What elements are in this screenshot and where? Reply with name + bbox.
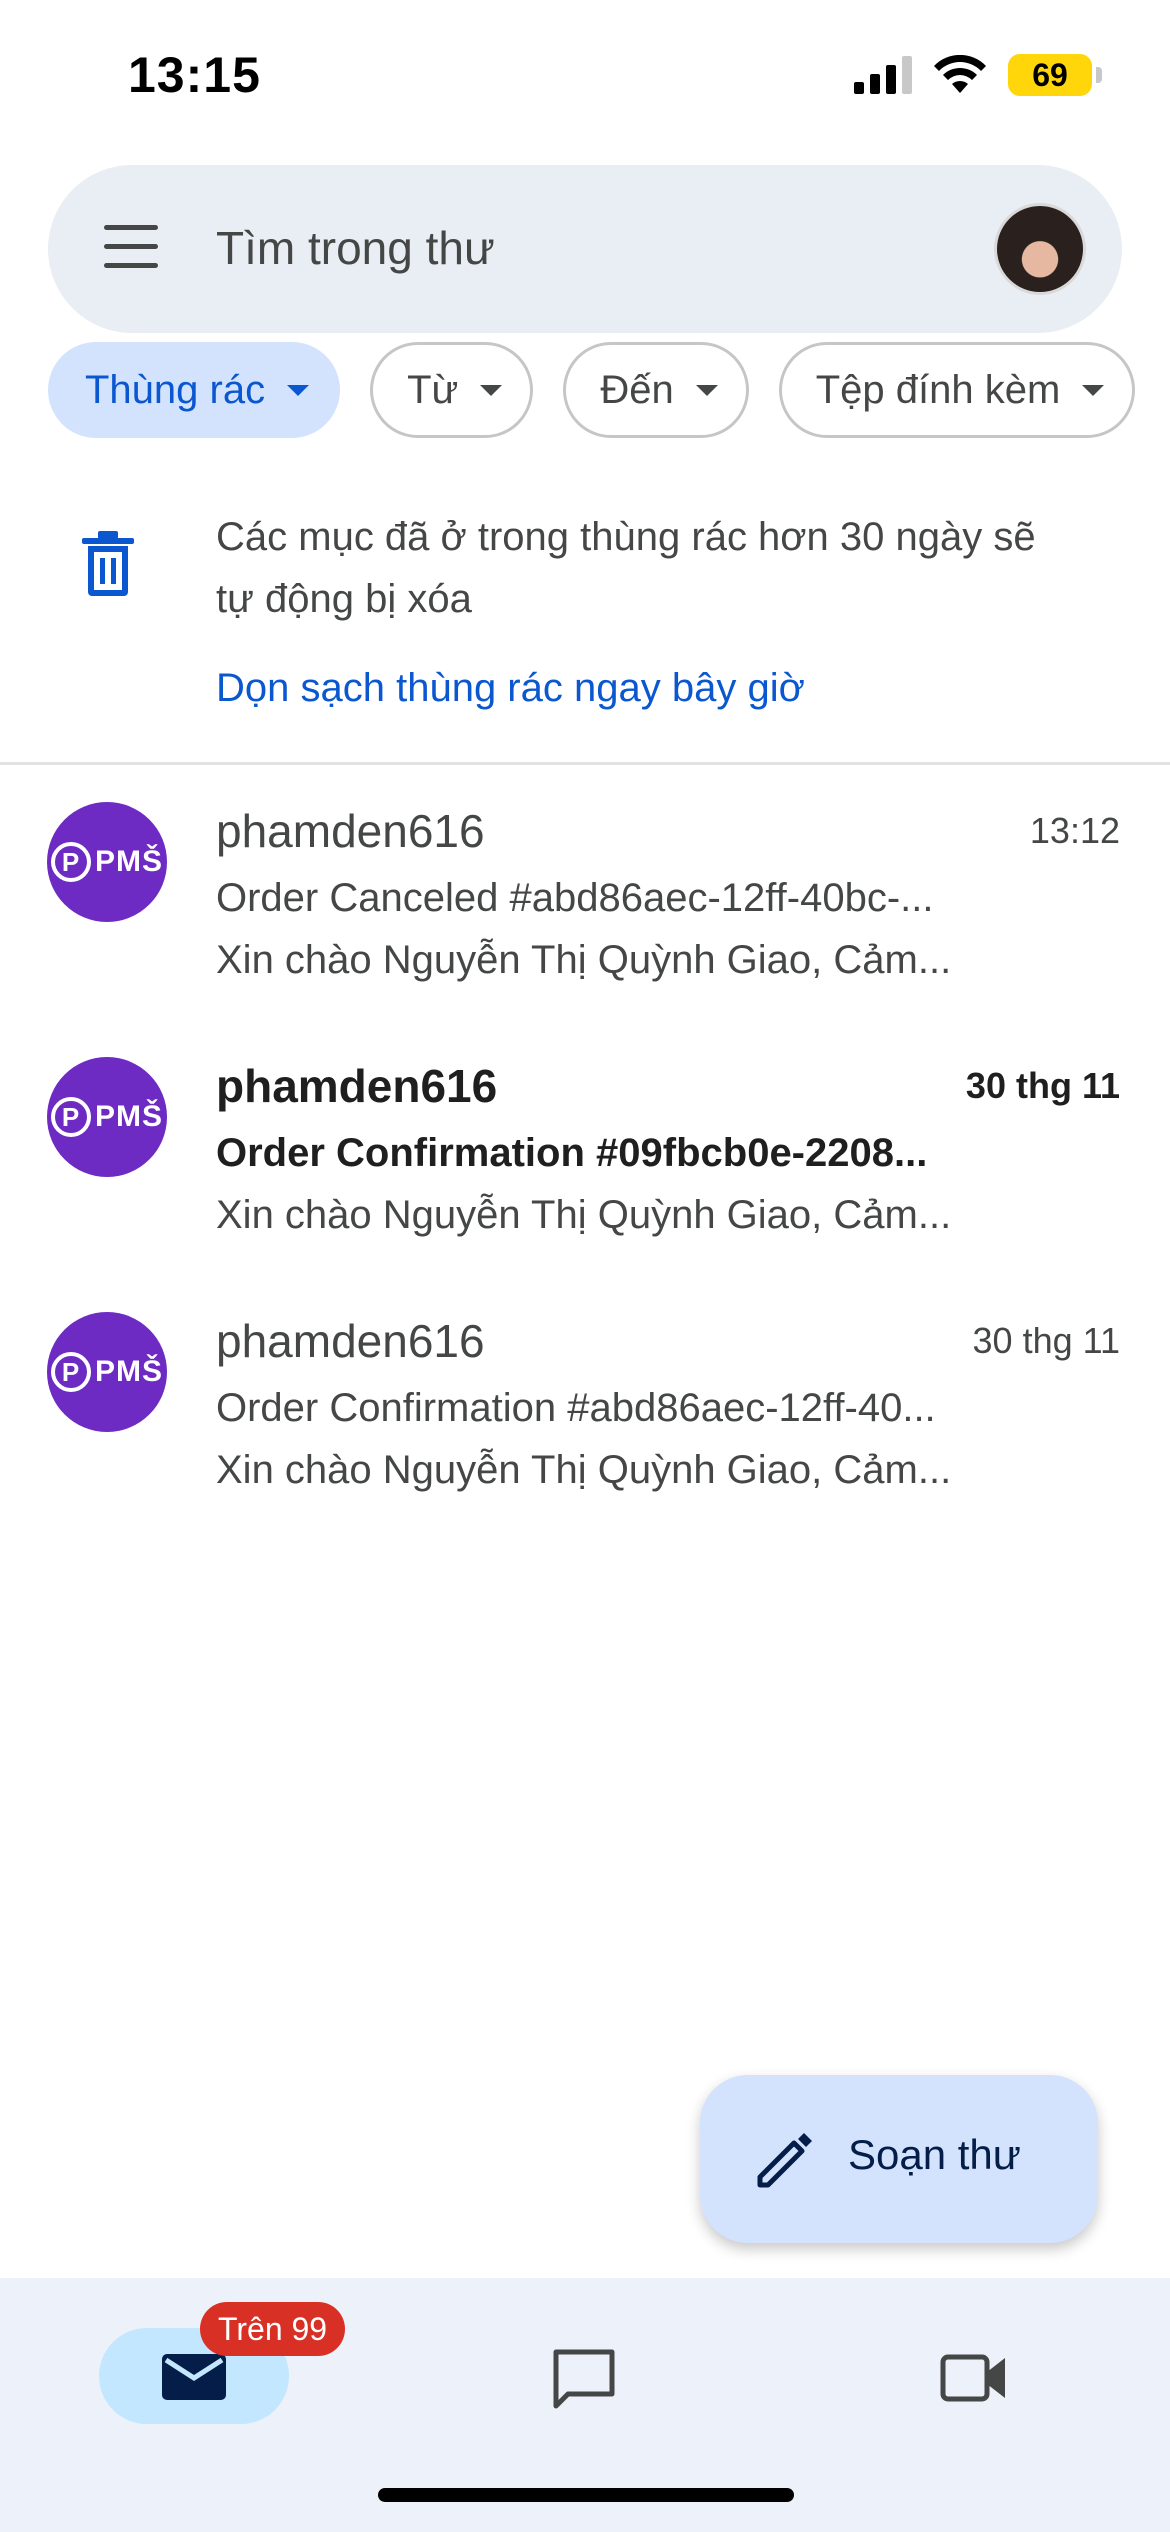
- mail-time: 30 thg 11: [965, 1065, 1120, 1106]
- mail-snippet: Xin chào Nguyễn Thị Quỳnh Giao, Cảm...: [216, 1448, 952, 1492]
- mail-sender: phamden616: [216, 1060, 498, 1112]
- video-icon[interactable]: [940, 2352, 1008, 2404]
- compose-label: Soạn thư: [848, 2131, 1021, 2178]
- mail-snippet: Xin chào Nguyễn Thị Quỳnh Giao, Cảm...: [216, 1193, 952, 1237]
- mail-snippet: Xin chào Nguyễn Thị Quỳnh Giao, Cảm...: [216, 938, 952, 982]
- chip-from-label: Từ: [407, 367, 459, 412]
- caret-down-icon: [695, 384, 718, 396]
- chip-from[interactable]: Từ: [370, 342, 534, 438]
- mail-list: P PMŠ phamden616 13:12 Order Canceled #ab…: [0, 790, 1170, 1555]
- empty-trash-link[interactable]: Dọn sạch thùng rác ngay bây giờ: [216, 666, 805, 711]
- caret-down-icon: [1082, 384, 1105, 396]
- sender-avatar[interactable]: P PMŠ: [47, 1312, 167, 1432]
- account-avatar[interactable]: [994, 203, 1086, 295]
- mail-subject: Order Confirmation #09fbcb0e-2208...: [216, 1131, 928, 1175]
- caret-down-icon: [480, 384, 503, 396]
- sender-avatar[interactable]: P PMŠ: [47, 1057, 167, 1177]
- compose-button[interactable]: Soạn thư: [700, 2075, 1098, 2243]
- mail-subject: Order Confirmation #abd86aec-12ff-40...: [216, 1386, 936, 1430]
- home-indicator[interactable]: [378, 2488, 794, 2502]
- filter-chips: Thùng rác Từ Đến Tệp đính kèm: [48, 342, 1136, 438]
- chip-trash-label: Thùng rác: [85, 367, 266, 412]
- mail-sender: phamden616: [216, 805, 485, 857]
- chip-attachment[interactable]: Tệp đính kèm: [778, 342, 1136, 438]
- sender-avatar[interactable]: P PMŠ: [47, 802, 167, 922]
- caret-down-icon: [287, 384, 310, 396]
- wifi-icon: [934, 55, 986, 93]
- mail-subject: Order Canceled #abd86aec-12ff-40bc-...: [216, 876, 934, 920]
- hamburger-menu-icon[interactable]: [104, 225, 158, 269]
- mail-icon: [162, 2354, 226, 2400]
- mail-time: 30 thg 11: [972, 1320, 1120, 1361]
- trash-notice-text: Các mục đã ở trong thùng rác hơn 30 ngày…: [216, 515, 1036, 621]
- mail-sender: phamden616: [216, 1315, 485, 1367]
- cellular-signal-icon: [854, 56, 912, 94]
- chat-icon[interactable]: [550, 2348, 618, 2412]
- pencil-icon: [757, 2133, 812, 2188]
- status-time: 13:15: [128, 47, 261, 103]
- mail-row[interactable]: P PMŠ phamden616 30 thg 11 Order Confirma…: [0, 1300, 1170, 1555]
- chip-to[interactable]: Đến: [563, 342, 749, 438]
- chip-to-label: Đến: [600, 367, 674, 412]
- status-bar: 13:15 69: [0, 0, 1170, 150]
- chip-trash[interactable]: Thùng rác: [48, 342, 341, 438]
- unread-badge: Trên 99: [200, 2302, 346, 2356]
- search-bar[interactable]: [48, 165, 1122, 333]
- status-icons: 69: [854, 50, 1102, 100]
- chip-attachment-label: Tệp đính kèm: [815, 367, 1061, 412]
- trash-notice: Các mục đã ở trong thùng rác hơn 30 ngày…: [0, 470, 1170, 765]
- mail-time: 13:12: [1029, 810, 1120, 851]
- mail-row[interactable]: P PMŠ phamden616 30 thg 11 Order Confirma…: [0, 1045, 1170, 1300]
- mail-row[interactable]: P PMŠ phamden616 13:12 Order Canceled #ab…: [0, 790, 1170, 1045]
- search-input[interactable]: [216, 215, 956, 281]
- trash-icon: [82, 531, 134, 596]
- battery-indicator: 69: [1008, 54, 1102, 96]
